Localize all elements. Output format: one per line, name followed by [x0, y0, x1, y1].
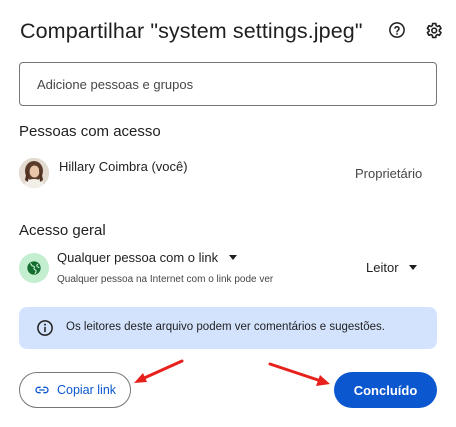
general-access-title: Acesso geral	[19, 222, 106, 239]
help-circle-icon[interactable]	[385, 18, 409, 42]
copy-link-label: Copiar link	[56, 383, 117, 397]
general-access-description: Qualquer pessoa na Internet com o link p…	[57, 274, 274, 285]
share-dialog: Compartilhar "system settings.jpeg" Pess…	[0, 0, 456, 427]
copy-link-button[interactable]: Copiar link	[19, 372, 131, 408]
people-section-title: Pessoas com acesso	[19, 123, 161, 140]
done-label: Concluído	[353, 382, 418, 398]
avatar	[19, 158, 49, 188]
dialog-title: Compartilhar "system settings.jpeg"	[20, 19, 363, 43]
general-access-dropdown[interactable]: Qualquer pessoa com o link	[57, 250, 242, 265]
person-name: Hillary Coimbra (você)	[59, 159, 188, 174]
annotation-arrow-done	[268, 362, 330, 386]
chevron-down-icon	[408, 265, 417, 270]
info-banner: Os leitores deste arquivo podem ver come…	[19, 307, 437, 349]
role-dropdown[interactable]: Leitor	[366, 260, 417, 275]
globe-icon	[19, 253, 49, 283]
info-icon	[37, 320, 53, 336]
done-button[interactable]: Concluído	[334, 372, 437, 408]
person-role: Proprietário	[355, 166, 423, 181]
add-people-input[interactable]	[19, 62, 437, 106]
general-access-label: Qualquer pessoa com o link	[57, 250, 219, 265]
chevron-down-icon	[224, 255, 242, 260]
link-icon	[35, 386, 49, 394]
annotation-arrow-copy-link	[134, 359, 184, 383]
role-label: Leitor	[366, 260, 399, 275]
info-banner-text: Os leitores deste arquivo podem ver come…	[66, 321, 385, 333]
gear-icon[interactable]	[421, 18, 445, 42]
